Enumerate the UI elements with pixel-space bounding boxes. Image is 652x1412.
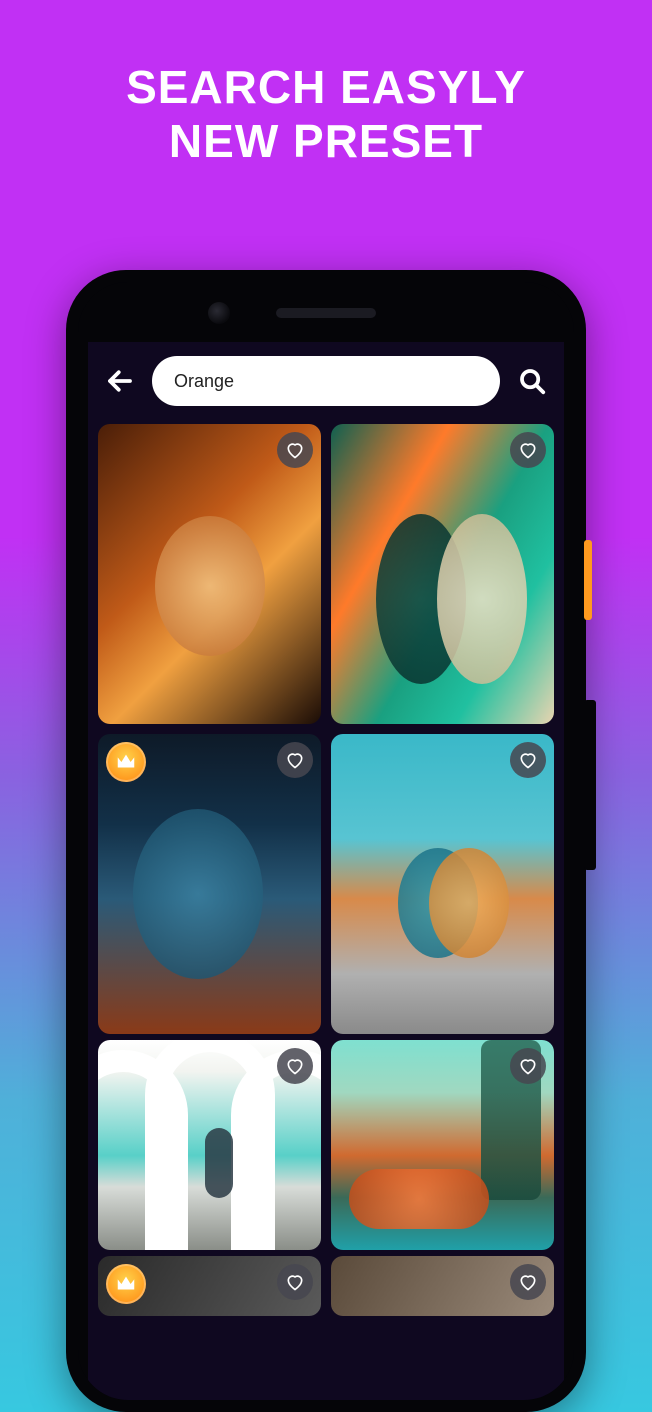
search-input[interactable]: Orange [152,356,500,406]
favorite-button[interactable] [510,432,546,468]
heart-icon [285,440,305,460]
preset-grid-continued [88,1034,564,1250]
phone-speaker [276,308,376,318]
phone-body: Orange [78,282,574,1400]
heart-icon [285,750,305,770]
favorite-button[interactable] [277,1264,313,1300]
back-arrow-icon [105,366,135,396]
preset-thumbnail [331,734,554,1034]
preset-grid-partial [88,1250,564,1316]
search-input-value: Orange [174,371,234,392]
preset-thumbnail [98,424,321,724]
preset-card[interactable] [98,1040,321,1250]
heart-icon [518,1272,538,1292]
heart-icon [285,1056,305,1076]
heart-icon [518,1056,538,1076]
headline-line-1: SEARCH EASYLY [0,60,652,114]
preset-card[interactable] [98,424,321,724]
heart-icon [285,1272,305,1292]
promo-background: SEARCH EASYLY NEW PRESET Orange [0,0,652,1412]
phone-mockup: Orange [66,270,586,1412]
preset-card[interactable] [98,734,321,1034]
promo-headline: SEARCH EASYLY NEW PRESET [0,60,652,169]
premium-badge [106,1264,146,1304]
search-icon [517,366,547,396]
preset-card[interactable] [98,1256,321,1316]
favorite-button[interactable] [277,432,313,468]
favorite-button[interactable] [277,1048,313,1084]
preset-card[interactable] [331,424,554,724]
favorite-button[interactable] [277,742,313,778]
search-bar: Orange [88,342,564,418]
back-button[interactable] [102,363,138,399]
app-screen: Orange [88,342,564,1400]
headline-line-2: NEW PRESET [0,114,652,168]
search-button[interactable] [514,363,550,399]
premium-badge [106,742,146,782]
phone-camera [208,302,230,324]
heart-icon [518,440,538,460]
preset-card[interactable] [331,734,554,1034]
crown-icon [115,751,137,773]
favorite-button[interactable] [510,1048,546,1084]
crown-icon [115,1273,137,1295]
preset-thumbnail [331,424,554,724]
heart-icon [518,750,538,770]
preset-card[interactable] [331,1040,554,1250]
phone-volume-button [584,540,592,620]
favorite-button[interactable] [510,1264,546,1300]
phone-power-button [584,700,596,870]
preset-card[interactable] [331,1256,554,1316]
preset-grid [88,418,564,1034]
favorite-button[interactable] [510,742,546,778]
